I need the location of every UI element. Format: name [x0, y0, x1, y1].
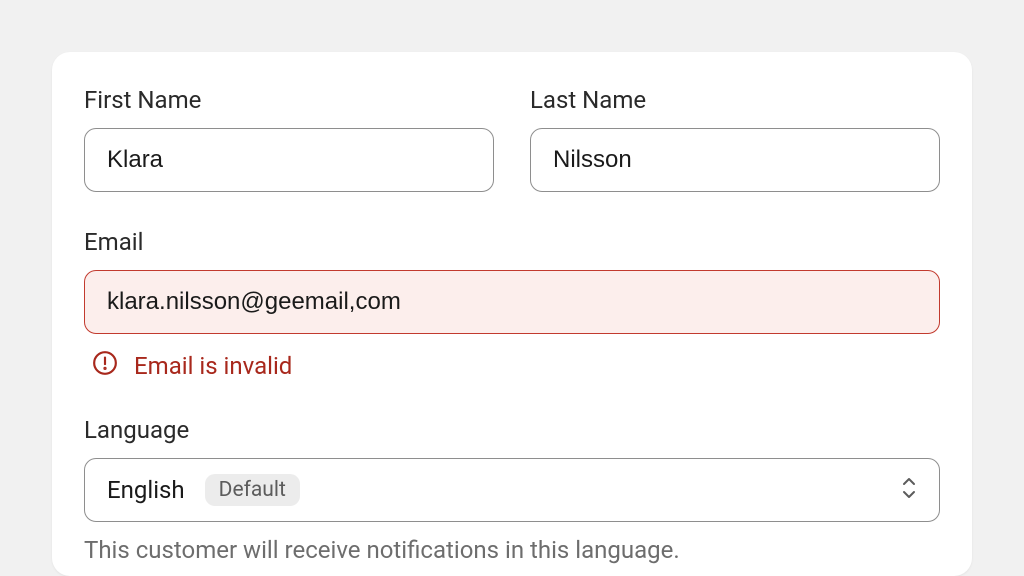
last-name-label: Last Name	[530, 86, 940, 114]
language-helper-text: This customer will receive notifications…	[84, 536, 940, 564]
email-input[interactable]	[84, 270, 940, 334]
email-field: Email Email is invalid	[84, 228, 940, 382]
first-name-input[interactable]	[84, 128, 494, 192]
language-default-badge: Default	[205, 474, 300, 506]
language-select-wrap: English Default	[84, 458, 940, 522]
email-error-text: Email is invalid	[134, 352, 292, 380]
language-value: English	[107, 476, 185, 504]
language-select[interactable]: English Default	[84, 458, 940, 522]
email-label: Email	[84, 228, 940, 256]
first-name-label: First Name	[84, 86, 494, 114]
last-name-input[interactable]	[530, 128, 940, 192]
customer-form-card: First Name Last Name Email Email is inva…	[52, 52, 972, 576]
language-label: Language	[84, 416, 940, 444]
name-row: First Name Last Name	[84, 86, 940, 192]
email-error: Email is invalid	[84, 350, 940, 382]
first-name-field: First Name	[84, 86, 494, 192]
last-name-field: Last Name	[530, 86, 940, 192]
language-field: Language English Default This customer w…	[84, 416, 940, 564]
alert-circle-icon	[92, 350, 118, 382]
